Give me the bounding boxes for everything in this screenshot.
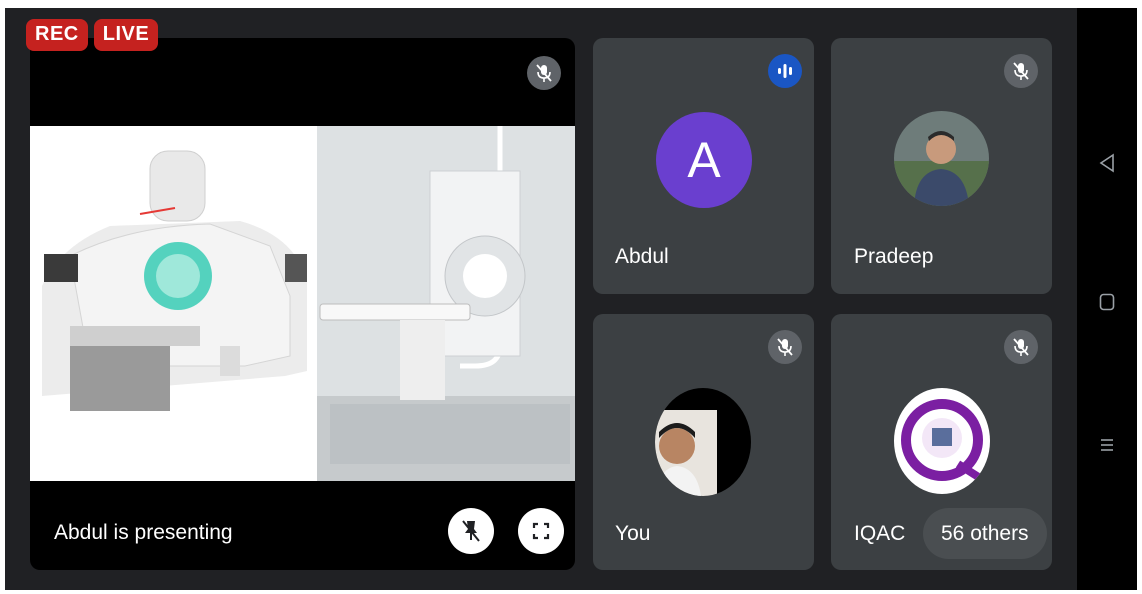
shared-screen-image xyxy=(30,126,575,481)
presentation-tile[interactable]: Abdul is presenting xyxy=(30,38,575,570)
live-badge: LIVE xyxy=(93,19,159,51)
mic-off-icon xyxy=(1004,330,1038,364)
recents-icon[interactable] xyxy=(1077,430,1137,460)
fullscreen-button[interactable] xyxy=(518,508,564,554)
participant-tile-pradeep[interactable]: Pradeep xyxy=(831,38,1052,294)
home-icon[interactable] xyxy=(1077,287,1137,317)
participant-name: Abdul xyxy=(615,245,669,268)
avatar xyxy=(655,388,751,496)
avatar: A xyxy=(656,112,752,208)
participant-name: Pradeep xyxy=(854,245,934,268)
fullscreen-icon xyxy=(532,522,550,540)
participant-tile-iqac[interactable]: IQAC 56 others xyxy=(831,314,1052,570)
others-count-chip[interactable]: 56 others xyxy=(923,508,1047,559)
avatar xyxy=(894,111,989,206)
unpin-button[interactable] xyxy=(448,508,494,554)
mic-off-icon xyxy=(527,56,561,90)
participant-tile-you[interactable]: You xyxy=(593,314,814,570)
iqac-logo xyxy=(894,388,990,494)
back-icon[interactable] xyxy=(1077,148,1137,178)
rec-badge: REC xyxy=(26,19,88,51)
pin-off-icon xyxy=(462,520,480,542)
participant-tile-abdul[interactable]: A Abdul xyxy=(593,38,814,294)
presenting-caption: Abdul is presenting xyxy=(54,521,233,544)
recording-badges: REC LIVE xyxy=(26,19,159,51)
system-nav-bar xyxy=(1077,8,1137,590)
speaking-indicator-icon xyxy=(768,54,802,88)
participant-name: IQAC xyxy=(854,522,906,545)
mic-off-icon xyxy=(1004,54,1038,88)
participant-name: You xyxy=(615,522,651,545)
mic-off-icon xyxy=(768,330,802,364)
